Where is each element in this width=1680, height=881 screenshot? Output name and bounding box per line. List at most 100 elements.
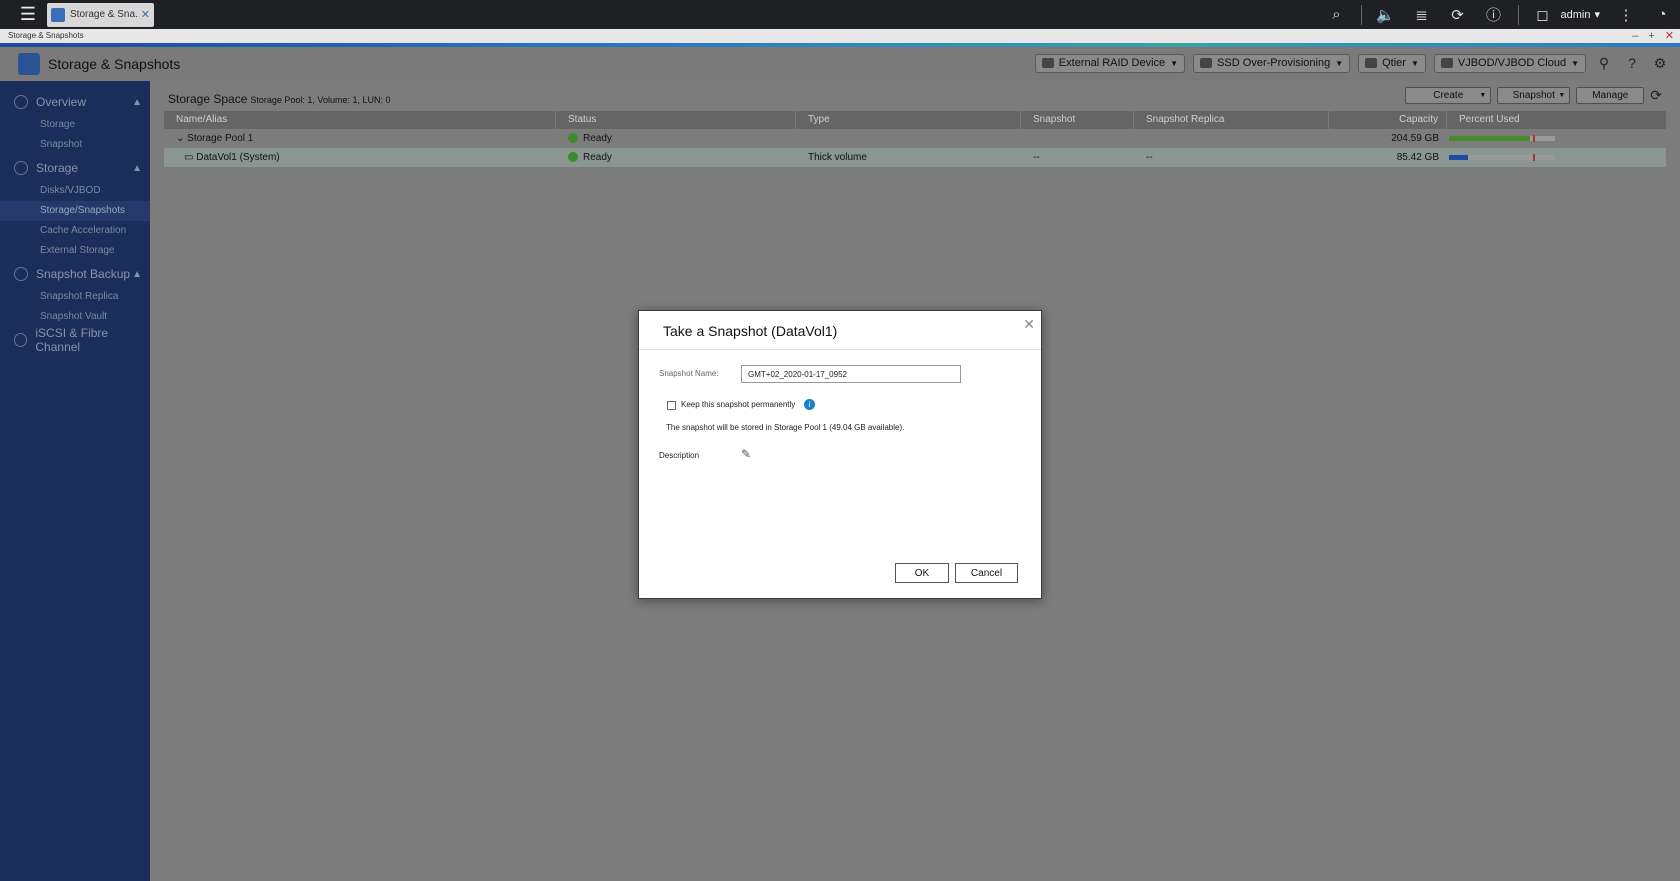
external-raid-button[interactable]: External RAID Device ▼ [1034, 53, 1186, 73]
sidebar-item-external-storage[interactable]: External Storage [0, 241, 150, 261]
snapshot-name-input[interactable] [741, 365, 961, 383]
user-menu[interactable]: admin ▾ [1560, 8, 1601, 22]
threshold-marker [1533, 154, 1535, 161]
user-avatar-icon[interactable]: ◻ [1525, 0, 1561, 29]
create-label: Create [1433, 90, 1464, 101]
sidebar-group-storage[interactable]: Storage ▲ [0, 155, 150, 181]
type-cell: Thick volume [808, 152, 867, 163]
edit-icon[interactable]: ✎ [741, 448, 753, 460]
col-snapshot-replica[interactable]: Snapshot Replica [1134, 111, 1329, 129]
sidebar-item-snapshot[interactable]: Snapshot [0, 135, 150, 155]
notifications-icon[interactable]: ≣ [1404, 0, 1440, 29]
col-status[interactable]: Status [556, 111, 796, 129]
status-text: Ready [583, 133, 612, 144]
col-capacity[interactable]: Capacity [1329, 111, 1447, 129]
minimize-icon[interactable]: – [1632, 29, 1638, 43]
sidebar-item-disks-vjbod[interactable]: Disks/VJBOD [0, 181, 150, 201]
storage-app-icon [51, 7, 65, 22]
volume-icon: ▭ [184, 152, 194, 163]
chevron-down-icon: ▼ [1170, 58, 1179, 68]
vjbod-button[interactable]: VJBOD/VJBOD Cloud ▼ [1433, 53, 1586, 73]
sync-icon[interactable]: ⟳ [1440, 0, 1476, 29]
col-snapshot[interactable]: Snapshot [1021, 111, 1134, 129]
sidebar-item-snapshot-vault[interactable]: Snapshot Vault [0, 307, 150, 327]
name-cell: ▭ DataVol1 (System) [164, 152, 556, 163]
divider [639, 349, 1041, 350]
search-icon[interactable]: ⌕ [1319, 0, 1355, 29]
space-summary: Storage Pool: 1, Volume: 1, LUN: 0 [250, 95, 391, 105]
maximize-icon[interactable]: + [1648, 29, 1654, 43]
sidebar-item-storage-snapshots[interactable]: Storage/Snapshots [0, 201, 150, 221]
window-title: Storage & Snapshots [8, 31, 84, 40]
taskbar: ☰ Storage & Sna... ✕ ⌕ 🔈 ≣ ⟳ ⓘ ◻ admin ▾… [0, 0, 1680, 29]
storage-space-title: Storage Space Storage Pool: 1, Volume: 1,… [168, 92, 390, 106]
ok-button[interactable]: OK [895, 563, 949, 583]
disk-search-icon[interactable]: ⚲ [1594, 53, 1614, 73]
snapshot-backup-icon [14, 267, 28, 281]
iscsi-label: iSCSI & Fibre Channel [35, 326, 109, 354]
capacity-cell: 85.42 GB [1396, 152, 1439, 163]
settings-gear-icon[interactable]: ⚙ [1650, 53, 1670, 73]
table-row[interactable]: ⌄ Storage Pool 1 Ready 204.59 GB [164, 129, 1666, 148]
close-tab-icon[interactable]: ✕ [141, 8, 150, 21]
chevron-down-icon[interactable]: ⌄ [176, 133, 184, 144]
usage-bar [1449, 135, 1555, 142]
create-button[interactable]: Create ▼ [1405, 87, 1492, 104]
table-row[interactable]: ▭ DataVol1 (System) Ready Thick volume -… [164, 148, 1666, 167]
help-icon[interactable]: ? [1622, 53, 1642, 73]
ssd-overprov-label: SSD Over-Provisioning [1217, 57, 1331, 69]
status-text: Ready [583, 152, 612, 163]
threshold-marker [1533, 135, 1535, 142]
col-name[interactable]: Name/Alias [164, 111, 556, 129]
capacity-cell: 204.59 GB [1391, 133, 1439, 144]
usage-bar [1449, 154, 1555, 161]
chevron-down-icon: ▼ [1335, 58, 1344, 68]
storage-label: Storage [36, 161, 79, 175]
external-raid-label: External RAID Device [1058, 57, 1166, 69]
sidebar-group-iscsi[interactable]: iSCSI & Fibre Channel [0, 326, 150, 354]
snapshot-button[interactable]: Snapshot ▼ [1497, 87, 1571, 104]
volume-icon[interactable]: 🔈 [1368, 0, 1404, 29]
app-title: Storage & Snapshots [48, 56, 181, 72]
divider [1517, 4, 1519, 25]
qtier-button[interactable]: Qtier ▼ [1358, 53, 1426, 73]
sidebar-item-snapshot-replica[interactable]: Snapshot Replica [0, 287, 150, 307]
more-options-icon[interactable]: ⋮ [1608, 0, 1644, 29]
info-icon[interactable]: i [804, 399, 815, 410]
ssd-overprovisioning-button[interactable]: SSD Over-Provisioning ▼ [1193, 53, 1351, 73]
sidebar-item-cache-acceleration[interactable]: Cache Acceleration [0, 221, 150, 241]
close-window-icon[interactable]: ✕ [1665, 29, 1674, 43]
refresh-icon[interactable]: ⟳ [1650, 87, 1662, 104]
username: admin [1560, 8, 1591, 21]
snapshot-label: Snapshot [1512, 90, 1555, 101]
pool-name: Storage Pool 1 [187, 133, 254, 144]
storage-icon [14, 161, 28, 175]
chevron-up-icon: ▲ [132, 96, 142, 108]
chevron-down-icon: ▼ [1571, 58, 1579, 68]
table-header: Name/Alias Status Type Snapshot Snapshot… [164, 111, 1666, 129]
main-menu-icon[interactable]: ☰ [14, 0, 42, 29]
storage-note: The snapshot will be stored in Storage P… [666, 423, 905, 432]
dashboard-icon[interactable]: ◔ [1644, 0, 1680, 29]
manage-button[interactable]: Manage [1576, 87, 1645, 104]
keep-permanently-checkbox[interactable] [667, 401, 676, 410]
iscsi-icon [14, 333, 28, 347]
keep-permanently-label[interactable]: Keep this snapshot permanently [681, 400, 795, 409]
dialog-title: Take a Snapshot (DataVol1) [663, 323, 838, 339]
status-ok-icon [568, 152, 578, 163]
close-icon[interactable]: ✕ [1023, 316, 1035, 333]
chevron-down-icon: ▾ [1594, 9, 1600, 21]
chevron-down-icon: ▼ [1410, 58, 1419, 68]
info-icon[interactable]: ⓘ [1476, 0, 1512, 29]
col-percent-used[interactable]: Percent Used [1447, 111, 1666, 129]
sidebar-group-snapshot-backup[interactable]: Snapshot Backup ▲ [0, 261, 150, 287]
cancel-button[interactable]: Cancel [955, 563, 1018, 583]
usage-bar-fill [1449, 155, 1469, 160]
sidebar-item-storage[interactable]: Storage [0, 115, 150, 135]
vjbod-cloud-icon [1440, 58, 1453, 68]
sidebar-group-overview[interactable]: Overview ▲ [0, 89, 150, 115]
storage-snapshots-logo-icon [18, 53, 40, 75]
chevron-up-icon: ▲ [132, 162, 142, 174]
col-type[interactable]: Type [796, 111, 1021, 129]
app-tab-storage[interactable]: Storage & Sna... ✕ [47, 2, 154, 27]
